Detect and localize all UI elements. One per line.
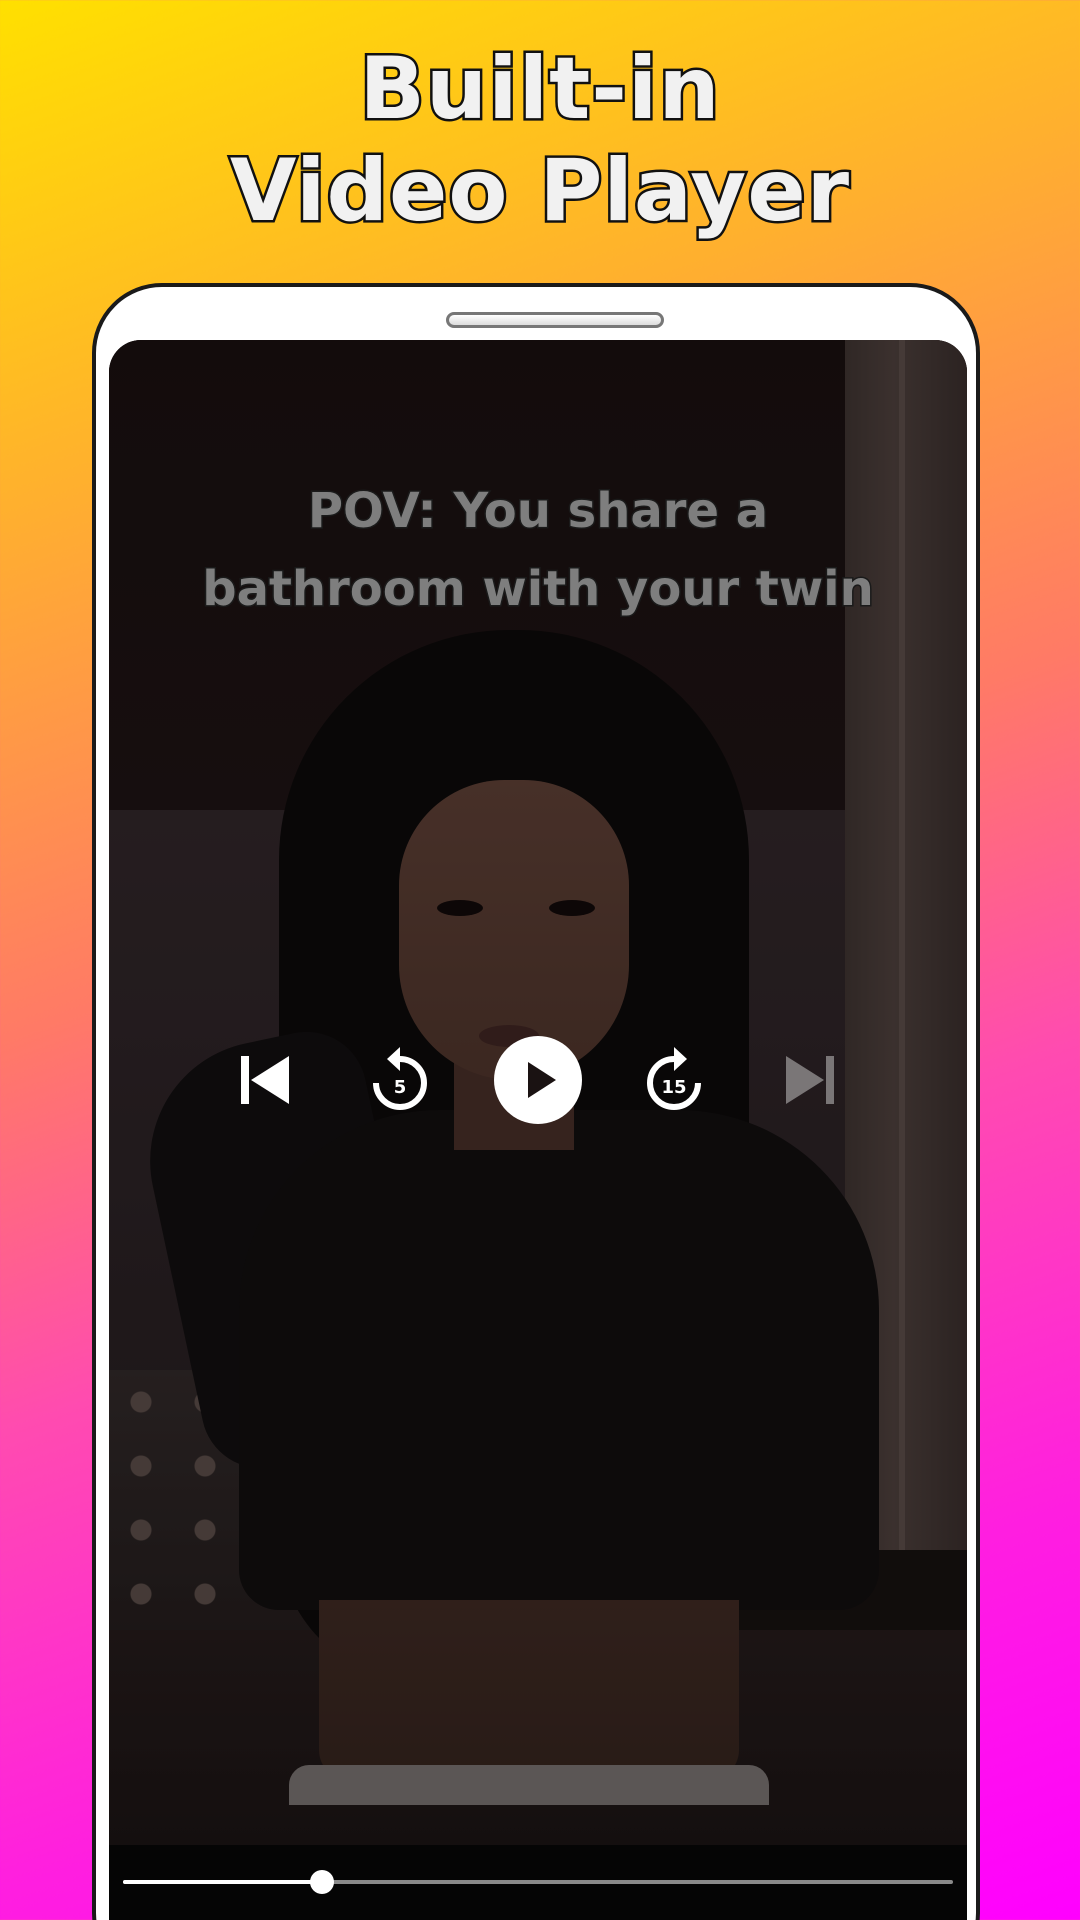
headline-line-2: Video Player (227, 139, 851, 244)
previous-button[interactable] (220, 1035, 310, 1125)
video-caption: POV: You share a bathroom with your twin (109, 472, 967, 628)
headline-line-1: Built-in (357, 37, 722, 142)
playback-controls: 5 15 (109, 1035, 967, 1125)
play-icon (494, 1036, 582, 1124)
forward-seconds-label: 15 (661, 1077, 686, 1098)
forward-15-icon: 15 (647, 1047, 701, 1110)
skip-next-icon (786, 1056, 834, 1104)
seekbar-track[interactable] (123, 1870, 953, 1894)
phone-speaker (446, 312, 664, 328)
play-button[interactable] (493, 1035, 583, 1125)
rewind-seconds-label: 5 (394, 1077, 407, 1098)
skip-previous-icon (241, 1056, 289, 1104)
next-button[interactable] (765, 1035, 855, 1125)
promo-headline: Built-in Video Player (0, 37, 1080, 244)
rewind-button[interactable]: 5 (355, 1035, 445, 1125)
video-caption-line-1: POV: You share a (306, 482, 769, 541)
video-caption-line-2: bathroom with your twin (201, 560, 876, 619)
seekbar-played (123, 1880, 323, 1884)
seekbar-thumb[interactable] (310, 1870, 335, 1894)
video-player[interactable]: POV: You share a bathroom with your twin… (109, 340, 967, 1920)
replay-5-icon: 5 (373, 1047, 427, 1110)
forward-button[interactable]: 15 (629, 1035, 719, 1125)
seekbar-area (109, 1845, 967, 1920)
